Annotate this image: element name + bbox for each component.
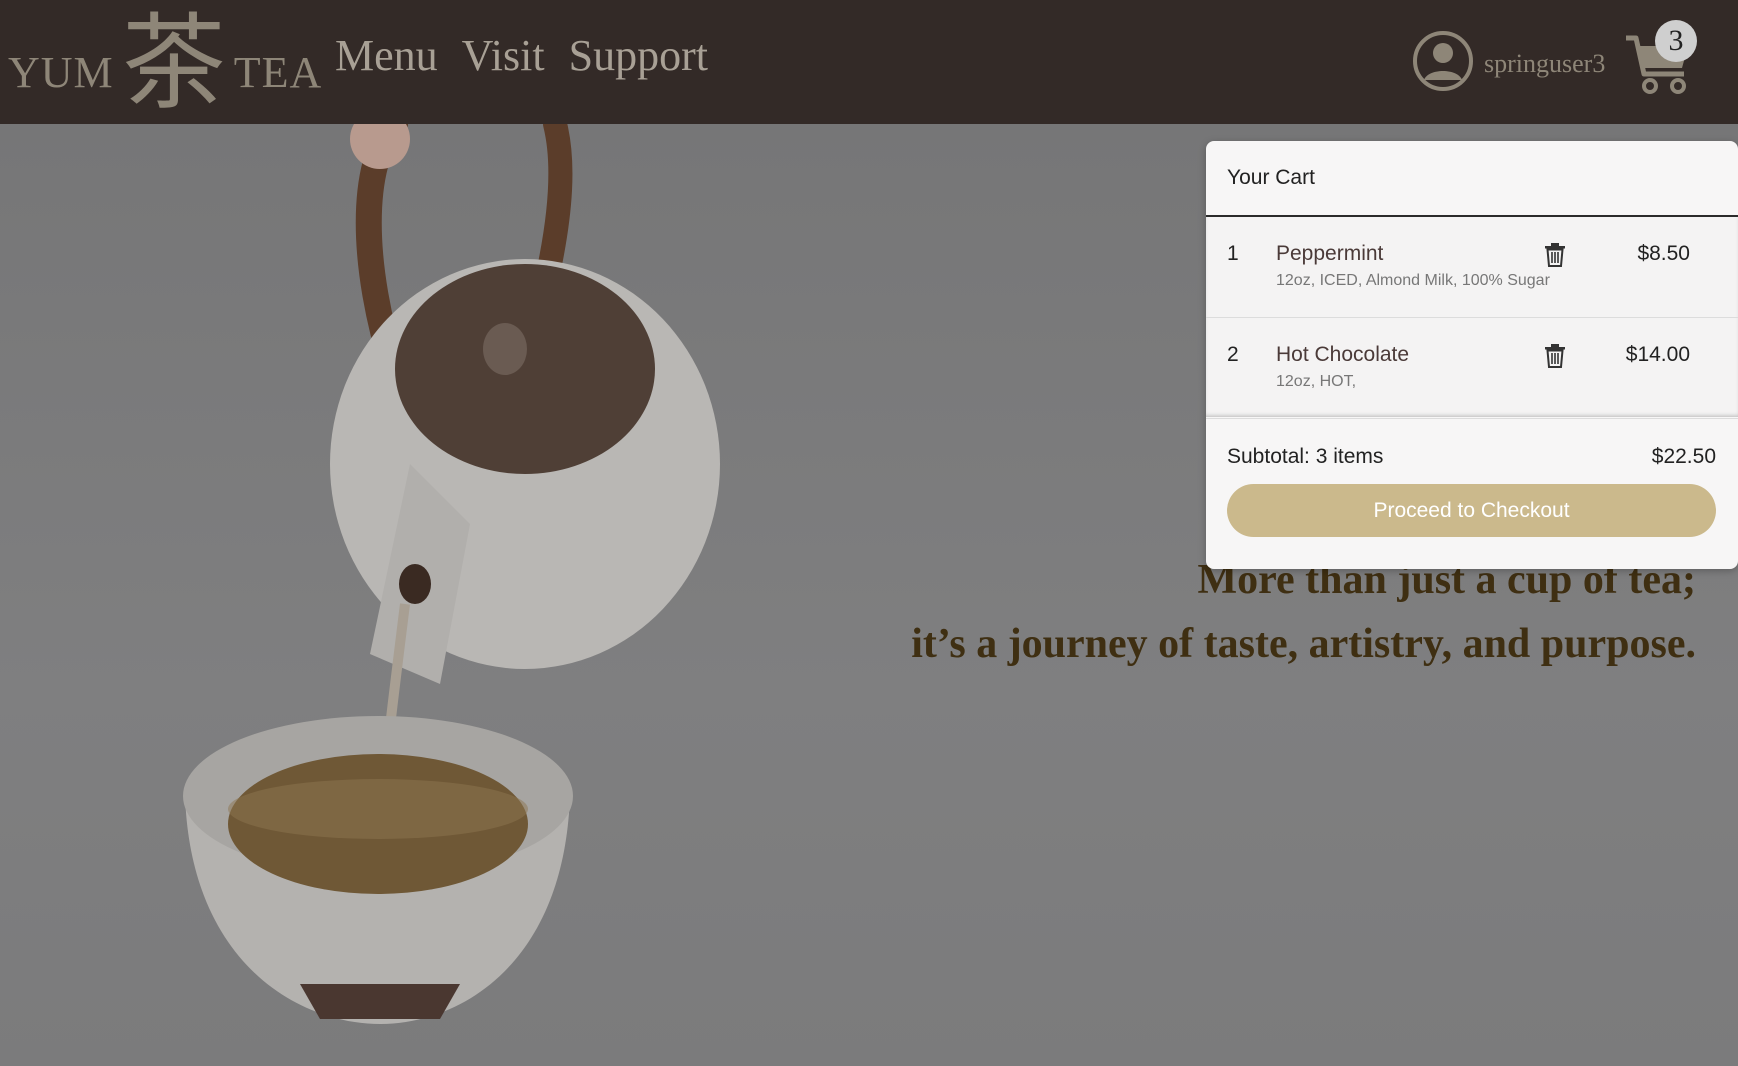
- cart-item: 1 Peppermint 12oz, ICED, Almond Milk, 10…: [1206, 217, 1738, 318]
- cart-item-number: 2: [1227, 343, 1239, 366]
- brand-word-tea: TEA: [233, 47, 323, 97]
- cart-item-price: $14.00: [1625, 343, 1690, 366]
- proceed-to-checkout-button[interactable]: Proceed to Checkout: [1227, 484, 1716, 537]
- cart-item-options: 12oz, ICED, Almond Milk, 100% Sugar: [1276, 272, 1550, 289]
- cart-subtotal-price: $22.50: [1651, 445, 1716, 468]
- cart-item-options: 12oz, HOT,: [1276, 373, 1357, 390]
- user-avatar-icon: [1412, 30, 1474, 97]
- username-label: springuser3: [1484, 48, 1606, 78]
- trash-icon[interactable]: [1544, 243, 1566, 267]
- brand-logo[interactable]: YUM 茶 TEA: [8, 8, 322, 118]
- cart-item-name[interactable]: Peppermint: [1276, 242, 1383, 266]
- cart-item-number: 1: [1227, 242, 1239, 265]
- cart-count-badge: 3: [1655, 20, 1697, 62]
- hero-tagline-line2: it’s a journey of taste, artistry, and p…: [911, 621, 1696, 667]
- trash-icon[interactable]: [1544, 344, 1566, 368]
- cart-item-price: $8.50: [1637, 242, 1690, 265]
- brand-glyph: 茶: [121, 2, 226, 124]
- top-navigation-bar: YUM 茶 TEA Menu Visit Support springuser3…: [0, 0, 1738, 124]
- cart-icon: [1622, 35, 1702, 102]
- nav-link-visit[interactable]: Visit: [462, 30, 545, 81]
- cart-item-list: 1 Peppermint 12oz, ICED, Almond Milk, 10…: [1206, 217, 1738, 419]
- cart-item: 2 Hot Chocolate 12oz, HOT, $14.00: [1206, 318, 1738, 419]
- cart-dropdown-panel: Your Cart 1 Peppermint 12oz, ICED, Almon…: [1206, 141, 1738, 569]
- cart-title: Your Cart: [1206, 141, 1738, 217]
- cart-item-name[interactable]: Hot Chocolate: [1276, 343, 1409, 367]
- nav-link-menu[interactable]: Menu: [335, 30, 438, 81]
- cart-button[interactable]: 3: [1622, 18, 1702, 98]
- brand-word-yum: YUM: [8, 47, 114, 97]
- user-account-button[interactable]: springuser3: [1412, 30, 1605, 97]
- nav-link-support[interactable]: Support: [569, 30, 708, 81]
- cart-subtotal-label: Subtotal: 3 items: [1227, 445, 1384, 468]
- main-nav: Menu Visit Support: [335, 30, 708, 81]
